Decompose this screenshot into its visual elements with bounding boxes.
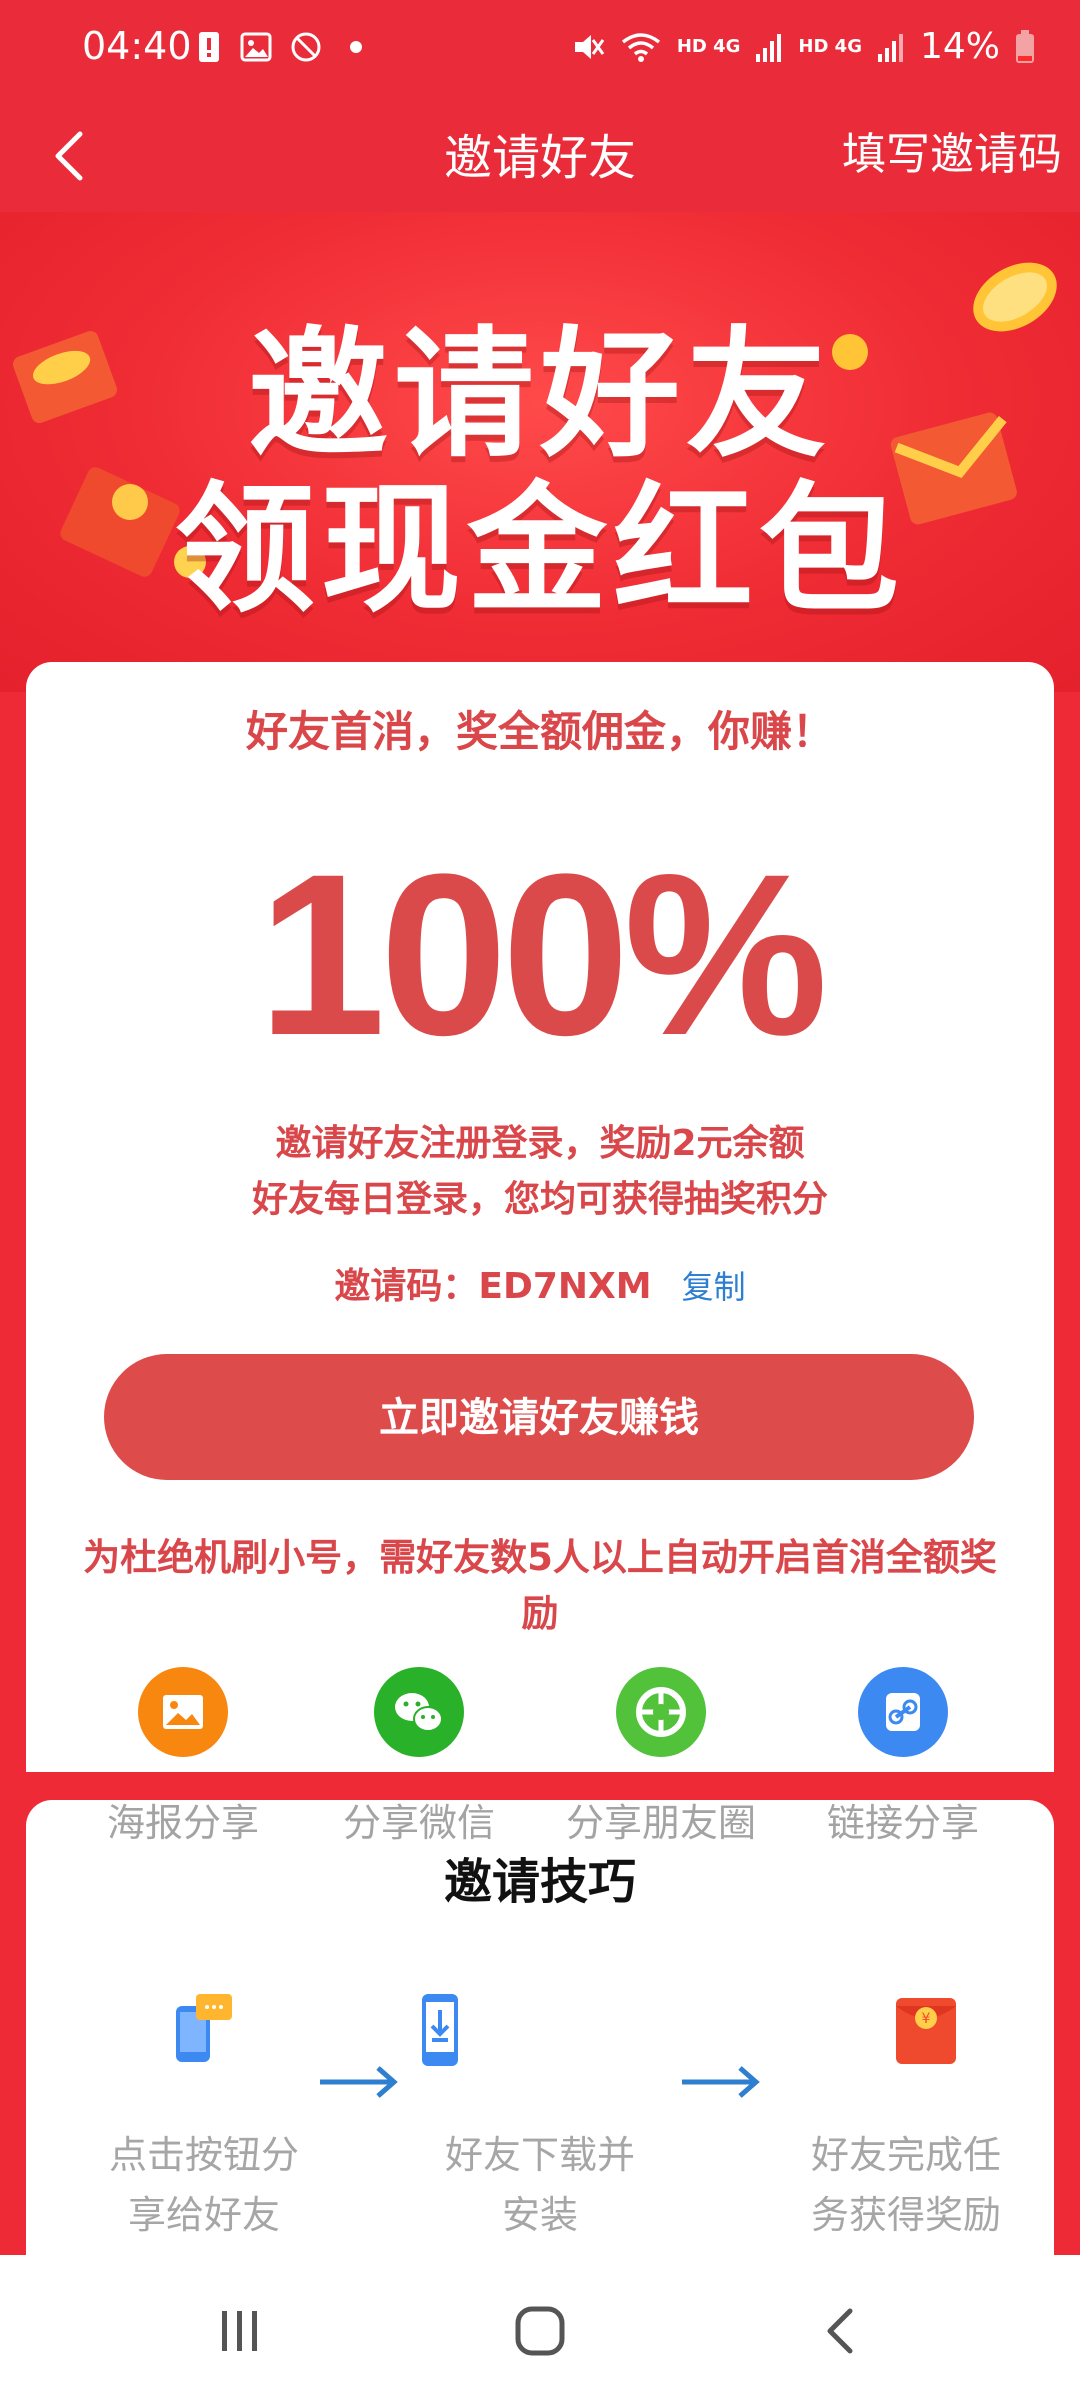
step-download [330,1990,550,2074]
step-download-line2: 安装 [501,2193,578,2237]
back-nav-icon[interactable] [814,2303,870,2359]
network-label-1: HD 4G [676,36,741,57]
dot-icon [350,41,362,53]
step-reward: ¥ [816,1990,1036,2074]
invite-code-label: 邀请码： [334,1266,479,1307]
wechat-share-button[interactable] [374,1667,464,1757]
alert-icon [199,32,219,62]
copy-code-link[interactable]: 复制 [682,1268,746,1306]
share-labels-row: 海报分享 分享微信 分享朋友圈 链接分享 [26,1792,1054,1852]
enter-invite-code-button[interactable]: 填写邀请码 [842,118,1062,182]
tips-card: 邀请技巧 ¥ 点击按钮分 享给好友 好友下载并 安装 好友完成任 务获得奖励 [26,1800,1054,2260]
moments-icon [636,1687,686,1737]
recent-apps-icon[interactable] [212,2303,268,2359]
share-phone-icon [176,1994,232,2062]
reward-line-1: 邀请好友注册登录，奖励2元余额 [275,1123,805,1164]
headline: 好友首消，奖全额佣金，你赚！ [245,707,834,756]
reward-line-2: 好友每日登录，您均可获得抽奖积分 [251,1179,828,1220]
step-share [92,1990,312,2074]
network-label-2: HD 4G [798,36,862,57]
status-left-icons [196,30,372,64]
hero-banner: 邀请好友 领现金红包 [0,212,1080,692]
status-right-icons: HD 4G HD 4G 14% [571,26,1036,67]
blocked-icon [291,32,321,62]
wechat-icon [395,1693,443,1732]
step-share-label: 点击按钮分 享给好友 [74,2125,334,2245]
invite-code-value: ED7NXM [478,1266,652,1307]
share-label-moments[interactable]: 分享朋友圈 [541,1792,781,1847]
moments-share-button[interactable] [616,1667,706,1757]
share-icons-row [26,1667,1054,1777]
mute-icon [574,34,605,59]
status-time: 04:40 [82,24,192,68]
step-share-line1: 点击按钮分 [108,2133,299,2177]
commission-percent: 100% [257,826,828,1083]
download-phone-icon [422,1994,458,2066]
poster-share-button[interactable] [138,1667,228,1757]
status-bar: 04:40 HD 4G HD 4G 14% [0,0,1080,100]
image-icon [240,32,272,62]
invite-code-row: 邀请码：ED7NXM 复制 [26,1257,1054,1309]
system-nav-bar [0,2255,1080,2400]
battery-icon [1016,29,1034,63]
link-icon [886,1693,920,1731]
red-envelope-icon: ¥ [896,1998,956,2064]
wifi-icon [621,32,660,62]
hero-title-line2: 领现金红包 [174,469,905,632]
share-label-wechat[interactable]: 分享微信 [299,1792,539,1847]
invite-card: 好友首消，奖全额佣金，你赚！ 100% 邀请好友注册登录，奖励2元余额 好友每日… [26,662,1054,1772]
step-reward-line2: 务获得奖励 [810,2193,1001,2237]
step-reward-label: 好友完成任 务获得奖励 [776,2125,1036,2245]
signal-icon [756,33,782,62]
signal-icon [877,33,903,62]
battery-percent: 14% [919,26,1000,67]
invite-friends-button[interactable]: 立即邀请好友赚钱 [104,1354,974,1480]
step-share-line2: 享给好友 [127,2193,280,2237]
step-download-label: 好友下载并 安装 [410,2125,670,2245]
step-reward-line1: 好友完成任 [810,2133,1001,2177]
share-label-poster[interactable]: 海报分享 [63,1792,303,1847]
tips-title: 邀请技巧 [443,1854,636,1910]
step-download-line1: 好友下载并 [444,2133,635,2177]
poster-icon [163,1695,203,1729]
share-label-link[interactable]: 链接分享 [783,1792,1023,1847]
top-nav-bar: 邀请好友 填写邀请码 [0,100,1080,212]
notice-text: 为杜绝机刷小号，需好友数5人以上自动开启首消全额奖励 [83,1536,997,1635]
home-icon[interactable] [512,2303,568,2359]
link-share-button[interactable] [858,1667,948,1757]
arrow-right-icon [682,2066,760,2098]
svg-text:¥: ¥ [922,2011,931,2027]
